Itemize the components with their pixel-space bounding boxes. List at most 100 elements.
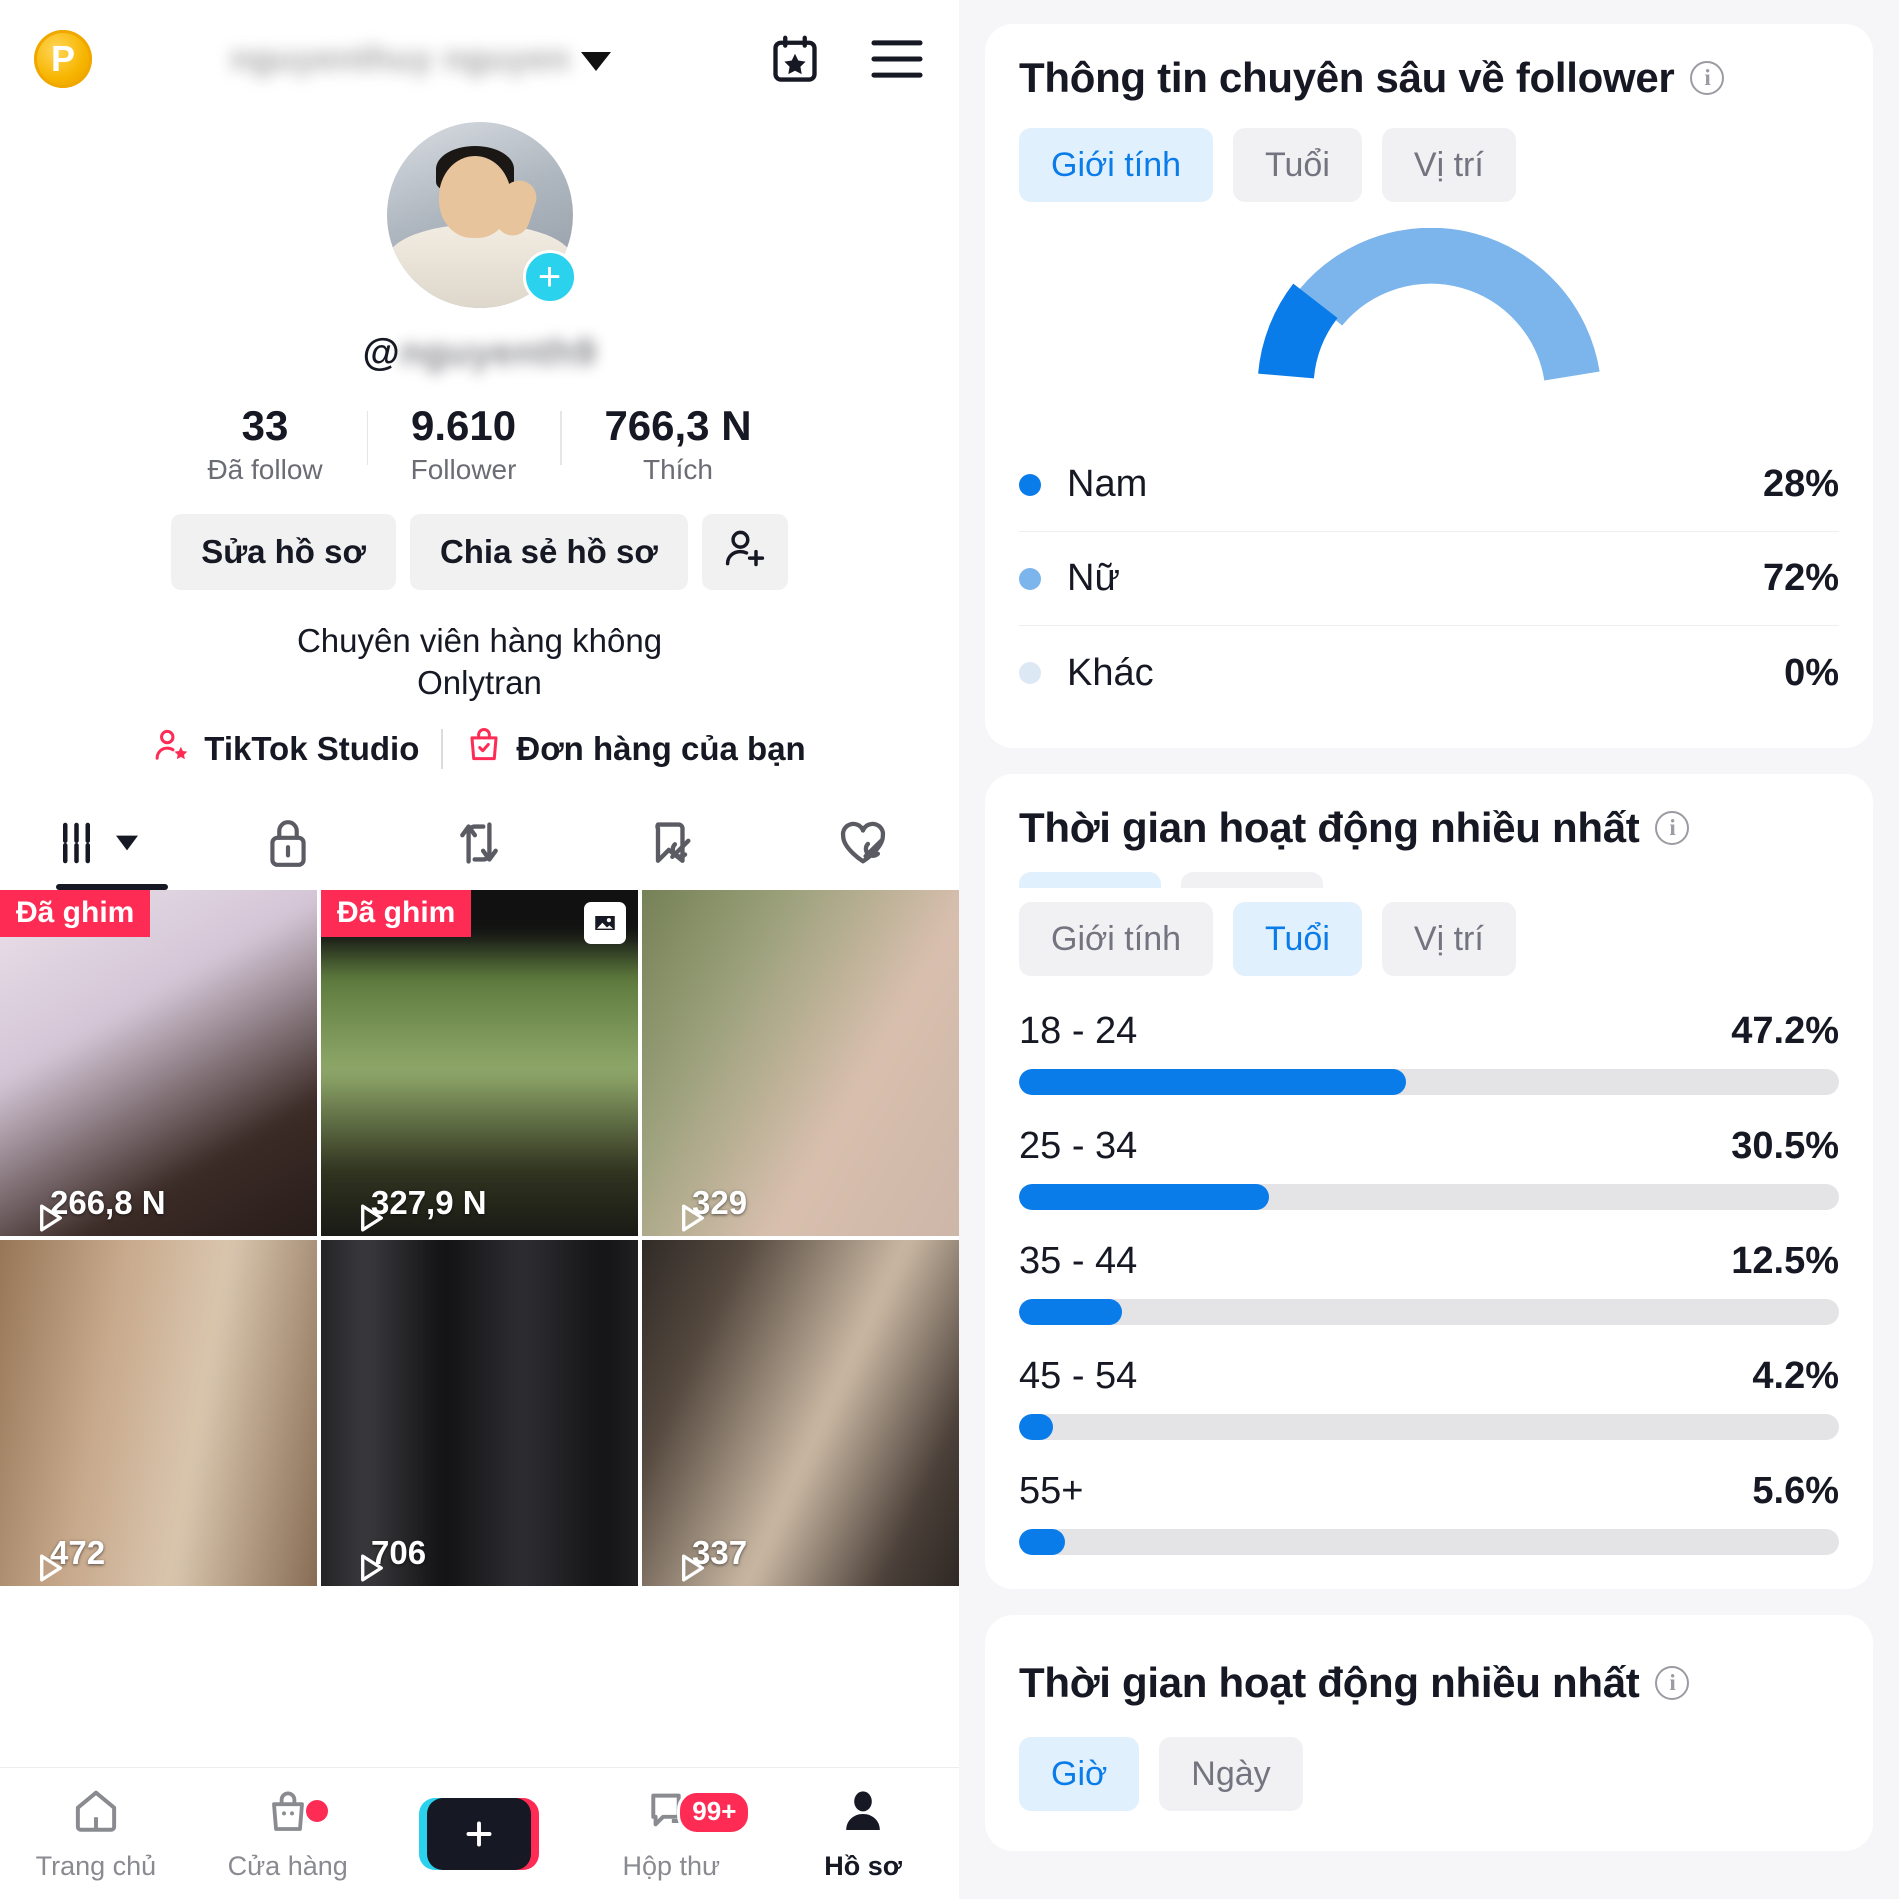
tiktok-studio-link[interactable]: TikTok Studio: [153, 726, 419, 772]
person-star-icon: [153, 726, 191, 772]
username-dropdown[interactable]: nguyenthuy nguyen: [72, 40, 769, 79]
grid-item[interactable]: Đã ghim 266,8 N: [0, 889, 317, 1236]
ghost-chip-inactive: [1181, 872, 1323, 888]
most-active-time-title-row: Thời gian hoạt động nhiều nhất i: [1019, 1659, 1839, 1707]
grid-videos-icon: [54, 816, 108, 875]
bar-label: 25 - 34: [1019, 1125, 1138, 1167]
nav-item-home[interactable]: Trang chủ: [0, 1786, 192, 1882]
nav-item-profile[interactable]: Hồ sơ: [767, 1786, 959, 1882]
grid-item[interactable]: Đã ghim 327,9 N: [321, 889, 638, 1236]
view-count: 329: [656, 1184, 747, 1232]
nav-item-create[interactable]: [384, 1797, 576, 1870]
username-blurred-label: nguyenthuy nguyen: [230, 39, 571, 78]
bar-track: [1019, 1069, 1839, 1095]
chip-day[interactable]: Ngày: [1159, 1737, 1303, 1811]
profile-bio: Chuyên viên hàng không Onlytran: [0, 620, 959, 703]
chevron-down-icon: [580, 51, 611, 71]
add-avatar-plus-icon[interactable]: +: [522, 250, 577, 304]
bar-label: 55+: [1019, 1470, 1084, 1512]
bar-track: [1019, 1414, 1839, 1440]
view-count: 327,9 N: [335, 1183, 487, 1232]
info-icon[interactable]: i: [1655, 811, 1690, 845]
stat-following[interactable]: 33 Đã follow: [163, 403, 366, 486]
legend-dot-male: [1019, 473, 1041, 496]
chip-location-2[interactable]: Vị trí: [1381, 902, 1516, 976]
bar-track: [1019, 1299, 1839, 1325]
grid-item[interactable]: 706: [321, 1239, 638, 1586]
person-icon: [839, 1786, 887, 1841]
grid-item[interactable]: 472: [0, 1239, 317, 1586]
bar-label: 45 - 54: [1019, 1355, 1138, 1397]
scrolled-chip-row-partial: [1019, 872, 1839, 888]
profile-action-row: Sửa hồ sơ Chia sẻ hồ sơ: [0, 514, 959, 591]
follower-insights-chip-group: Giới tính Tuổi Vị trí: [1019, 128, 1839, 202]
bar-value: 12.5%: [1731, 1240, 1839, 1282]
sidebar-item-tab-private[interactable]: [192, 802, 384, 890]
sidebar-item-tab-liked[interactable]: [767, 802, 959, 890]
stat-followers[interactable]: 9.610 Follower: [366, 402, 561, 486]
your-orders-link[interactable]: Đơn hàng của bạn: [465, 726, 806, 772]
view-count-value: 266,8 N: [50, 1183, 166, 1221]
chip-age[interactable]: Tuổi: [1233, 128, 1362, 202]
heart-hidden-icon: [835, 816, 891, 875]
share-profile-button[interactable]: Chia sẻ hồ sơ: [409, 514, 688, 591]
bar-value: 30.5%: [1731, 1125, 1839, 1167]
most-active-age-card: Thời gian hoạt động nhiều nhất i Giới tí…: [985, 774, 1873, 1589]
inbox-unread-badge: 99+: [677, 1789, 752, 1835]
home-icon: [70, 1786, 122, 1841]
sidebar-item-tab-videos[interactable]: [0, 802, 192, 890]
handle-at-symbol: @: [362, 332, 400, 374]
your-orders-label: Đơn hàng của bạn: [516, 729, 806, 767]
bar-value: 47.2%: [1731, 1010, 1839, 1052]
info-icon[interactable]: i: [1655, 1666, 1690, 1700]
sidebar-item-tab-reposts[interactable]: [384, 802, 576, 890]
view-count: 337: [656, 1534, 747, 1582]
most-active-time-title: Thời gian hoạt động nhiều nhất: [1019, 1659, 1640, 1706]
hamburger-menu-icon[interactable]: [869, 36, 925, 82]
grid-item[interactable]: 337: [642, 1239, 959, 1586]
bio-line-2: Onlytran: [417, 663, 542, 701]
bar-fill: [1019, 1529, 1065, 1555]
bar-track: [1019, 1184, 1839, 1210]
stat-followers-value: 9.610: [410, 402, 517, 449]
create-plus-icon[interactable]: [419, 1797, 540, 1870]
stat-likes[interactable]: 766,3 N Thích: [560, 403, 795, 486]
pinned-badge: Đã ghim: [321, 889, 472, 937]
bar-row: 45 - 54 4.2%: [1019, 1355, 1839, 1440]
grid-item[interactable]: 329: [642, 889, 959, 1236]
follower-insights-card: Thông tin chuyên sâu về follower i Giới …: [985, 24, 1873, 748]
add-friend-button[interactable]: [701, 514, 788, 591]
info-icon[interactable]: i: [1690, 61, 1725, 95]
legend-value-male: 28%: [1762, 463, 1839, 505]
edit-profile-button[interactable]: Sửa hồ sơ: [171, 514, 396, 591]
profile-handle: @ nguyenth9: [0, 332, 959, 375]
pinned-badge: Đã ghim: [0, 889, 151, 937]
tiktok-profile-pane: P nguyenthuy nguyen + @ nguyenth9 33 Đã …: [0, 0, 959, 1899]
nav-item-shop[interactable]: Cửa hàng: [192, 1786, 384, 1882]
chip-age-2[interactable]: Tuổi: [1233, 902, 1362, 976]
view-count: 706: [335, 1534, 426, 1582]
avatar-wrapper[interactable]: +: [386, 122, 577, 308]
chip-hour[interactable]: Giờ: [1019, 1737, 1140, 1811]
nav-item-home-label: Trang chủ: [35, 1850, 157, 1881]
bar-fill: [1019, 1414, 1054, 1440]
stat-following-value: 33: [241, 402, 289, 449]
page-title: Thông tin chuyên sâu về follower i: [1019, 54, 1839, 102]
handle-blurred-text: nguyenth9: [399, 332, 597, 374]
nav-item-inbox[interactable]: 99+ Hộp thư: [575, 1786, 767, 1882]
bar-label: 35 - 44: [1019, 1240, 1138, 1282]
bar-fill: [1019, 1184, 1270, 1210]
legend-value-female: 72%: [1762, 557, 1839, 599]
nav-item-profile-label: Hồ sơ: [824, 1850, 902, 1881]
sidebar-item-tab-saved[interactable]: [575, 802, 767, 890]
view-count-value: 327,9 N: [371, 1183, 487, 1221]
bookmark-hidden-icon: [645, 816, 697, 875]
chip-gender[interactable]: Giới tính: [1019, 128, 1214, 202]
bar-fill: [1019, 1069, 1407, 1095]
lock-icon: [263, 816, 313, 875]
age-bar-chart: 18 - 24 47.2% 25 - 34 30.5% 35 - 44 12.5…: [1019, 1010, 1839, 1555]
chip-gender-2[interactable]: Giới tính: [1019, 902, 1214, 976]
calendar-star-icon[interactable]: [769, 32, 821, 86]
bar-value: 5.6%: [1752, 1470, 1839, 1512]
chip-location[interactable]: Vị trí: [1381, 128, 1516, 202]
